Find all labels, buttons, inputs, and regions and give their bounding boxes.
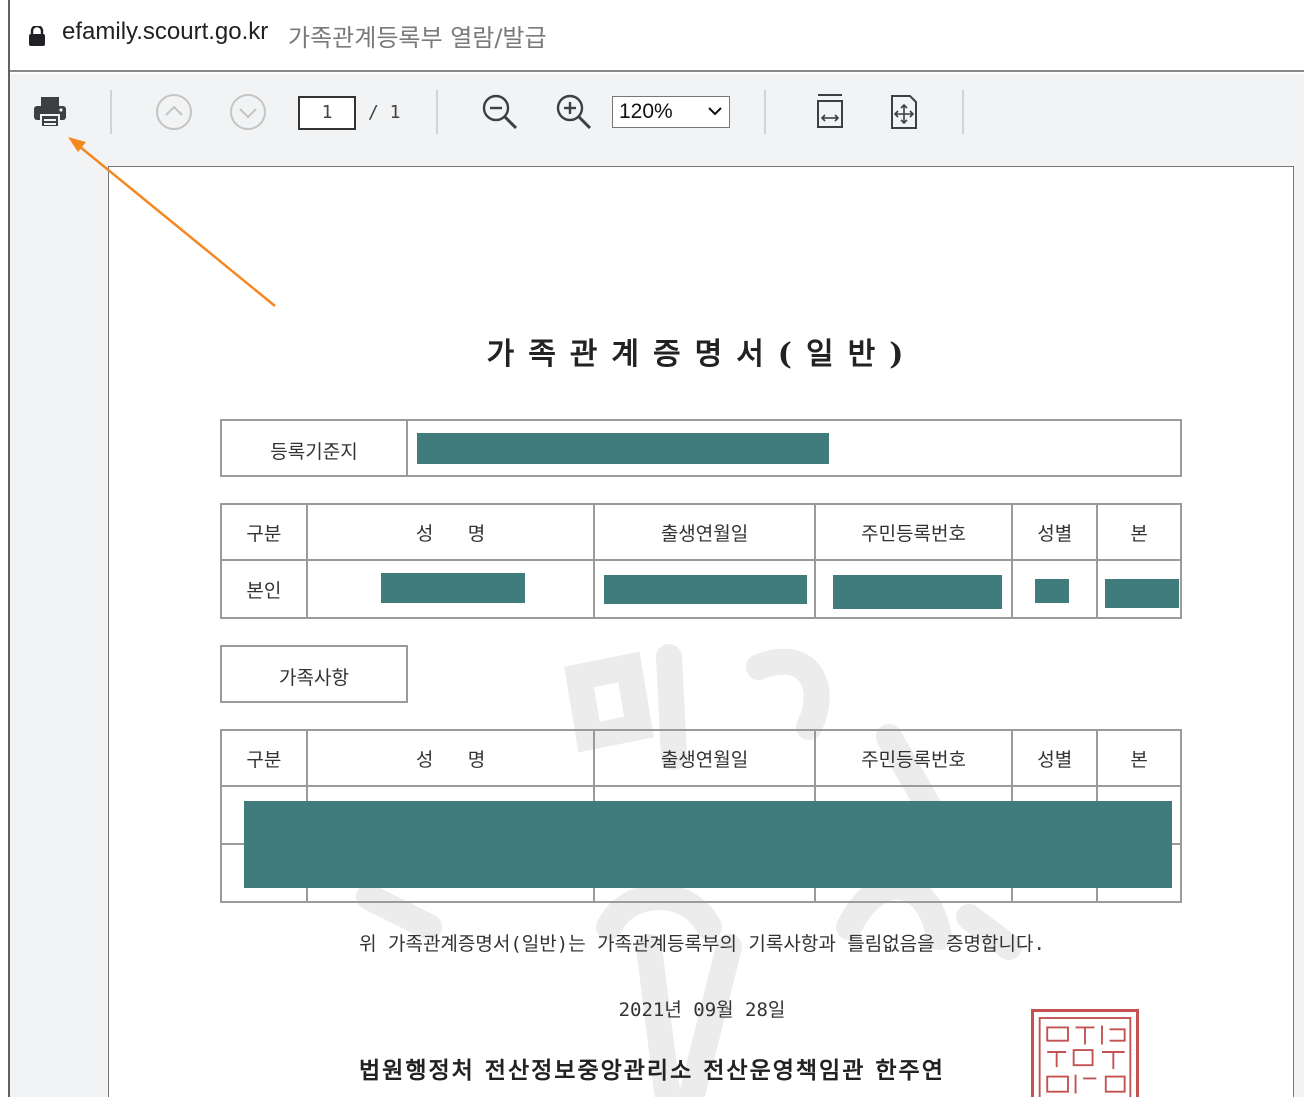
pdf-viewer[interactable]: 가족관계증명서(일반) 등록기준지 구분 성 명 출생연월일 주민등록번호 성별… bbox=[10, 150, 1304, 1097]
chevron-down-circle-icon bbox=[230, 94, 266, 130]
self-row-label: 본인 bbox=[220, 559, 308, 619]
zoom-level-select[interactable]: 120% bbox=[612, 96, 730, 128]
zoom-out-icon bbox=[482, 94, 518, 130]
print-button[interactable] bbox=[26, 88, 74, 136]
page-total: / 1 bbox=[368, 102, 401, 123]
left-window-edge bbox=[0, 0, 8, 1097]
column-header-category: 구분 bbox=[220, 729, 308, 787]
chevron-up-circle-icon bbox=[156, 94, 192, 130]
column-header-resident-number: 주민등록번호 bbox=[813, 729, 1014, 787]
toolbar-separator bbox=[962, 90, 964, 134]
watermark bbox=[356, 644, 1022, 1097]
document-title: 가족관계증명서(일반) bbox=[486, 337, 918, 372]
url-host[interactable]: efamily.scourt.go.kr bbox=[62, 18, 268, 46]
zoom-in-icon bbox=[556, 94, 592, 130]
fit-width-button[interactable] bbox=[806, 88, 854, 136]
lock-icon bbox=[29, 26, 45, 46]
redaction-block bbox=[417, 433, 829, 464]
browser-window: efamily.scourt.go.kr 가족관계등록부 열람/발급 1 / 1… bbox=[8, 0, 1304, 1097]
chevron-down-icon bbox=[708, 107, 722, 116]
pdf-toolbar: 1 / 1 120% bbox=[10, 74, 1304, 150]
zoom-in-button[interactable] bbox=[550, 88, 598, 136]
redaction-block bbox=[833, 575, 1002, 609]
pdf-page: 가족관계증명서(일반) 등록기준지 구분 성 명 출생연월일 주민등록번호 성별… bbox=[108, 166, 1294, 1097]
column-header-origin: 본 bbox=[1096, 729, 1182, 787]
official-seal-icon bbox=[1031, 1009, 1139, 1097]
family-section-label: 가족사항 bbox=[279, 667, 349, 689]
redaction-block bbox=[604, 575, 807, 604]
fit-width-icon bbox=[817, 94, 843, 128]
redaction-block bbox=[381, 573, 525, 603]
zoom-out-button[interactable] bbox=[476, 88, 524, 136]
page-number-input[interactable]: 1 bbox=[298, 96, 356, 130]
zoom-level-value: 120% bbox=[619, 100, 673, 123]
print-icon bbox=[34, 97, 66, 128]
column-header-name: 성 명 bbox=[305, 503, 596, 561]
redaction-block bbox=[1035, 579, 1069, 603]
toolbar-separator bbox=[764, 90, 766, 134]
toolbar-separator bbox=[436, 90, 438, 134]
column-header-origin: 본 bbox=[1096, 503, 1182, 561]
column-header-gender: 성별 bbox=[1011, 729, 1099, 787]
redaction-block bbox=[1105, 579, 1179, 608]
column-header-gender: 성별 bbox=[1011, 503, 1099, 561]
column-header-birthdate: 출생연월일 bbox=[593, 729, 816, 787]
column-header-name: 성 명 bbox=[305, 729, 596, 787]
issuer-name: 법원행정처 전산정보중앙관리소 전산운영책임관 한주연 bbox=[359, 1057, 945, 1084]
previous-page-button[interactable] bbox=[150, 88, 198, 136]
certification-text: 위 가족관계증명서(일반)는 가족관계등록부의 기록사항과 틀림없음을 증명합니… bbox=[359, 933, 1045, 955]
column-header-category: 구분 bbox=[220, 503, 308, 561]
address-bar[interactable]: efamily.scourt.go.kr 가족관계등록부 열람/발급 bbox=[10, 0, 1304, 72]
column-header-resident-number: 주민등록번호 bbox=[813, 503, 1014, 561]
registration-base-label: 등록기준지 bbox=[270, 441, 358, 463]
page-title: 가족관계등록부 열람/발급 bbox=[288, 24, 547, 52]
fit-page-button[interactable] bbox=[880, 88, 928, 136]
column-header-birthdate: 출생연월일 bbox=[593, 503, 816, 561]
fit-page-icon bbox=[891, 95, 917, 129]
next-page-button[interactable] bbox=[224, 88, 272, 136]
toolbar-separator bbox=[110, 90, 112, 134]
redaction-block bbox=[244, 801, 1172, 888]
